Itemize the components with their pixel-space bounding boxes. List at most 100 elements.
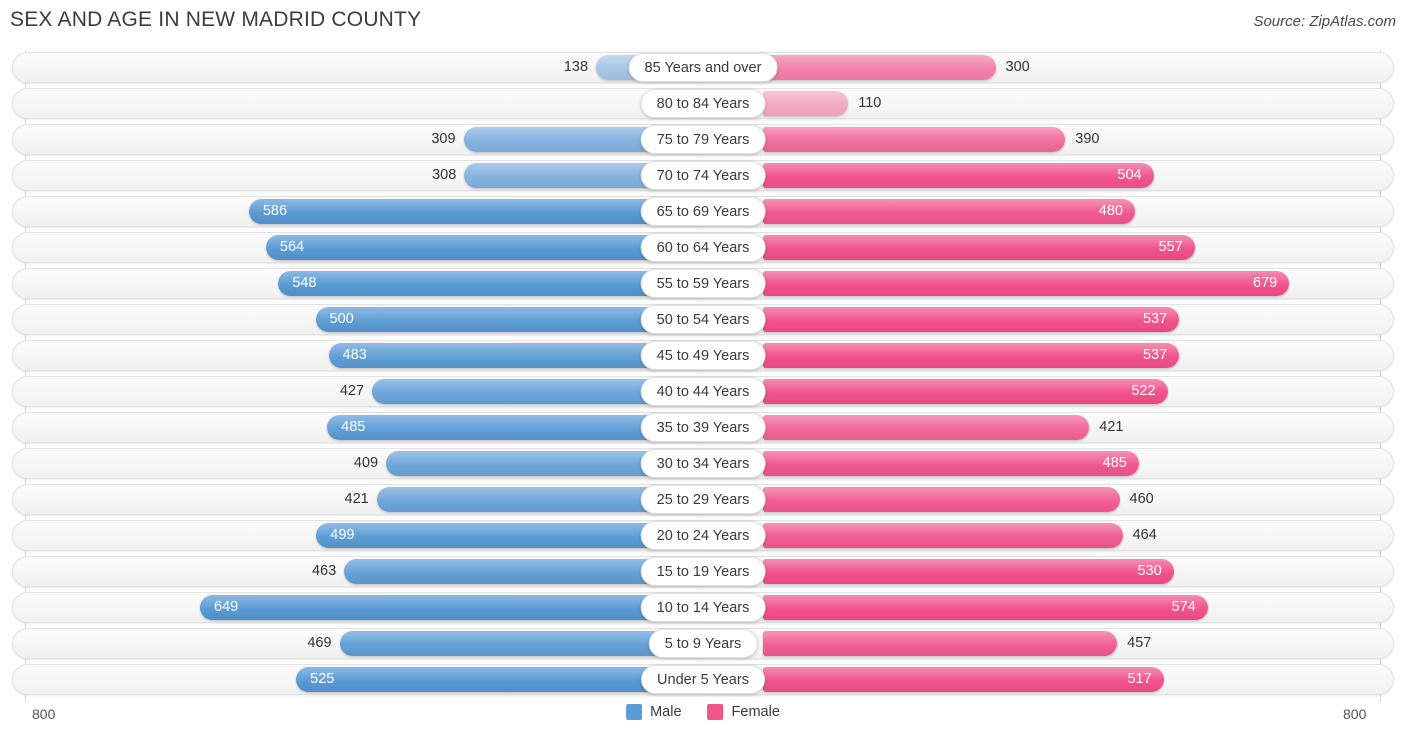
value-label-female: 110 xyxy=(858,95,882,111)
table-row[interactable]: 649 574 10 to 14 Years xyxy=(12,592,1394,623)
bar-female[interactable] xyxy=(763,307,1180,332)
bar-female[interactable] xyxy=(763,55,996,80)
table-row[interactable]: 548 679 55 to 59 Years xyxy=(12,268,1394,299)
value-label-female: 300 xyxy=(1005,59,1030,75)
table-row[interactable]: 138 300 85 Years and over xyxy=(12,52,1394,83)
value-label-female: 504 xyxy=(1117,167,1142,183)
value-label-female: 537 xyxy=(1142,347,1168,363)
page-title: SEX AND AGE IN NEW MADRID COUNTY xyxy=(10,8,422,31)
value-label-male: 500 xyxy=(329,311,354,327)
bar-female[interactable] xyxy=(763,127,1066,152)
value-label-female: 522 xyxy=(1131,383,1156,399)
table-row[interactable]: 469 457 5 to 9 Years xyxy=(12,628,1394,659)
bar-female[interactable] xyxy=(763,631,1118,656)
table-row[interactable]: 483 537 45 to 49 Years xyxy=(12,340,1394,371)
age-group-label: 15 to 19 Years xyxy=(640,557,766,586)
age-group-label: Under 5 Years xyxy=(641,665,765,694)
value-label-male: 548 xyxy=(292,275,317,291)
legend-label-female: Female xyxy=(731,704,780,720)
table-row[interactable]: 485 421 35 to 39 Years xyxy=(12,412,1394,443)
value-label-female: 517 xyxy=(1127,671,1152,687)
legend-item-female[interactable]: Female xyxy=(707,704,780,720)
bar-female[interactable] xyxy=(763,667,1164,692)
value-label-female: 480 xyxy=(1098,203,1123,219)
age-group-label: 60 to 64 Years xyxy=(640,233,766,262)
bar-female[interactable] xyxy=(763,523,1123,548)
value-label-female: 460 xyxy=(1129,491,1154,507)
age-group-label: 35 to 39 Years xyxy=(640,413,766,442)
age-group-label: 80 to 84 Years xyxy=(640,89,766,118)
bar-female[interactable] xyxy=(763,343,1180,368)
value-label-male: 34 xyxy=(12,91,669,116)
table-row[interactable]: 564 557 60 to 64 Years xyxy=(12,232,1394,263)
source-attribution: Source: ZipAtlas.com xyxy=(1253,13,1396,30)
table-row[interactable]: 409 485 30 to 34 Years xyxy=(12,448,1394,479)
legend: Male Female xyxy=(626,704,780,720)
age-group-label: 65 to 69 Years xyxy=(640,197,766,226)
bar-female[interactable] xyxy=(763,451,1139,476)
value-label-male: 308 xyxy=(432,167,457,183)
plot-area: 138 300 85 Years and over 34 110 80 to 84 Yea… xyxy=(0,50,1406,702)
value-label-female: 537 xyxy=(1142,311,1168,327)
age-group-label: 75 to 79 Years xyxy=(640,125,766,154)
value-label-male: 427 xyxy=(339,383,365,399)
value-label-male: 409 xyxy=(353,455,379,471)
value-label-male: 649 xyxy=(214,599,239,615)
table-row[interactable]: 427 522 40 to 44 Years xyxy=(12,376,1394,407)
bar-female[interactable] xyxy=(763,595,1208,620)
legend-swatch-female-icon xyxy=(707,704,724,720)
bar-female[interactable] xyxy=(763,199,1135,224)
value-label-female: 464 xyxy=(1132,527,1157,543)
value-label-male: 525 xyxy=(310,671,335,687)
table-row[interactable]: 34 110 80 to 84 Years xyxy=(12,88,1394,119)
table-row[interactable]: 463 530 15 to 19 Years xyxy=(12,556,1394,587)
value-label-male: 309 xyxy=(431,131,456,147)
age-group-label: 40 to 44 Years xyxy=(640,377,766,406)
legend-label-male: Male xyxy=(650,704,682,720)
bar-male[interactable] xyxy=(248,199,703,224)
age-group-label: 30 to 34 Years xyxy=(640,449,766,478)
value-label-female: 390 xyxy=(1075,131,1100,147)
age-group-label: 85 Years and over xyxy=(628,53,778,82)
bar-female[interactable] xyxy=(763,415,1090,440)
bar-female[interactable] xyxy=(763,163,1154,188)
chart-root: SEX AND AGE IN NEW MADRID COUNTY Source:… xyxy=(0,0,1406,740)
bar-male[interactable] xyxy=(200,595,703,620)
table-row[interactable]: 309 390 75 to 79 Years xyxy=(12,124,1394,155)
value-label-female: 557 xyxy=(1158,239,1183,255)
bar-female[interactable] xyxy=(763,487,1120,512)
bar-female[interactable] xyxy=(763,271,1290,296)
legend-item-male[interactable]: Male xyxy=(626,704,682,720)
bar-male[interactable] xyxy=(278,271,703,296)
value-label-male: 463 xyxy=(311,563,337,579)
age-group-label: 25 to 29 Years xyxy=(640,485,766,514)
legend-swatch-male-icon xyxy=(626,704,643,720)
table-row[interactable]: 500 537 50 to 54 Years xyxy=(12,304,1394,335)
value-label-female: 530 xyxy=(1137,563,1162,579)
bar-female[interactable] xyxy=(763,379,1168,404)
table-row[interactable]: 308 504 70 to 74 Years xyxy=(12,160,1394,191)
value-label-female: 421 xyxy=(1099,419,1124,435)
value-label-male: 469 xyxy=(307,635,332,651)
age-group-label: 70 to 74 Years xyxy=(640,161,766,190)
bar-male[interactable] xyxy=(265,235,703,260)
age-group-label: 10 to 14 Years xyxy=(640,593,766,622)
bar-female[interactable] xyxy=(763,91,849,116)
table-row[interactable]: 421 460 25 to 29 Years xyxy=(12,484,1394,515)
value-label-male: 421 xyxy=(344,491,369,507)
bar-female[interactable] xyxy=(763,235,1195,260)
bar-female[interactable] xyxy=(763,559,1174,584)
age-group-label: 45 to 49 Years xyxy=(640,341,766,370)
value-label-female: 485 xyxy=(1102,455,1127,471)
age-group-label: 5 to 9 Years xyxy=(648,629,758,658)
table-row[interactable]: 525 517 Under 5 Years xyxy=(12,664,1394,695)
value-label-male: 483 xyxy=(342,347,367,363)
age-group-label: 20 to 24 Years xyxy=(640,521,766,550)
table-row[interactable]: 586 480 65 to 69 Years xyxy=(12,196,1394,227)
value-label-female: 679 xyxy=(1253,275,1278,291)
value-label-male: 485 xyxy=(341,419,366,435)
axis-label-right: 800 xyxy=(1343,706,1367,722)
axis-label-left: 800 xyxy=(32,706,56,722)
table-row[interactable]: 499 464 20 to 24 Years xyxy=(12,520,1394,551)
value-label-female: 574 xyxy=(1171,599,1196,615)
